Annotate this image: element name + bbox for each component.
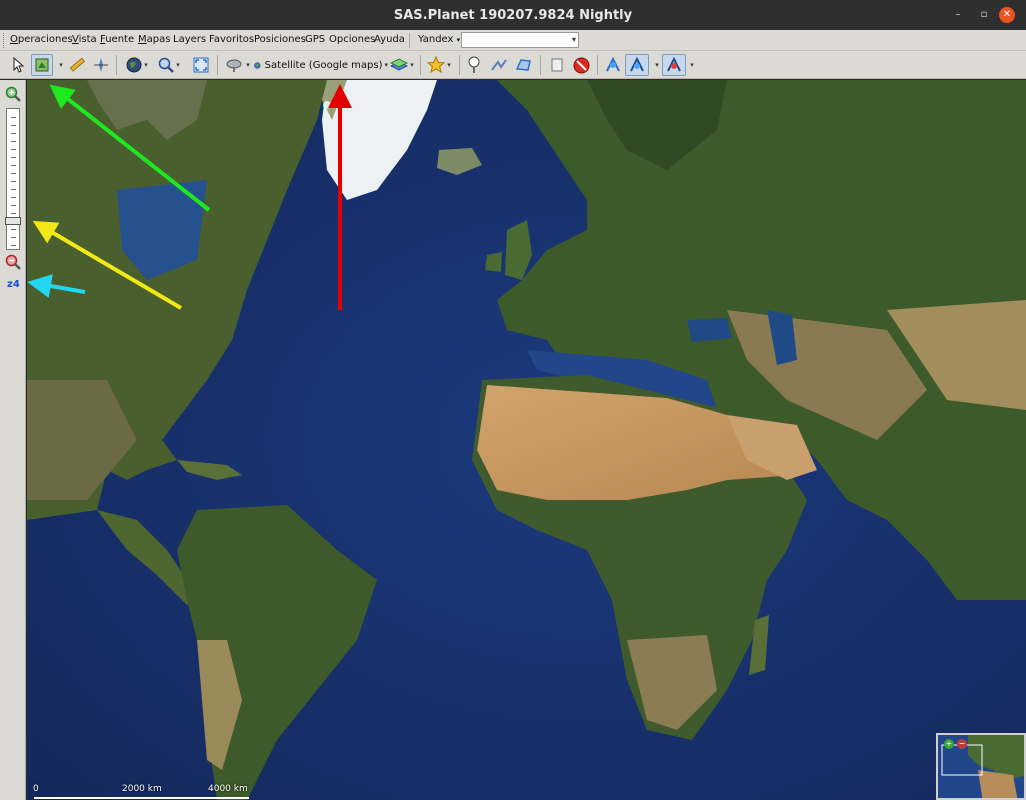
compass-icon[interactable] (91, 54, 111, 76)
menu-layers[interactable]: Layers (173, 34, 206, 45)
minimap[interactable]: + − (936, 733, 1026, 800)
satellite-map[interactable] (27, 80, 1026, 800)
zoom-slider[interactable] (5, 108, 21, 250)
globe-icon[interactable]: ▾ (122, 54, 152, 76)
map-source-globe-icon (254, 61, 261, 69)
path-icon[interactable] (488, 54, 510, 76)
satellite-dish-icon[interactable]: ▾ (224, 54, 252, 76)
zoom-panel: z4 (0, 80, 26, 800)
fullscreen-icon[interactable] (190, 54, 212, 76)
sasplanet-window: SAS.Planet 190207.9824 Nightly – ▫ ✕ Ope… (0, 0, 1026, 800)
favorite-star-icon[interactable]: ▾ (424, 54, 454, 76)
window-title: SAS.Planet 190207.9824 Nightly (393, 8, 633, 23)
menu-gps[interactable]: GPS (305, 34, 325, 45)
menu-posiciones[interactable]: Posiciones (254, 34, 306, 45)
gps-track-dropdown[interactable]: ▾ (651, 54, 661, 76)
minimap-zoom-in-icon[interactable]: + (944, 739, 954, 749)
scale-line (34, 797, 249, 799)
gps-center-dropdown[interactable]: ▾ (686, 54, 696, 76)
maximize-button[interactable]: ▫ (976, 7, 992, 23)
scale-bar: 0 2000 km 4000 km (30, 781, 260, 800)
map-source-dropdown[interactable]: Satellite (Google maps) ▾ (254, 54, 388, 76)
zoom-in-icon (5, 86, 21, 102)
toolbar-separator (597, 55, 598, 75)
zoom-out-button[interactable] (5, 254, 21, 274)
toolbar-separator (420, 55, 421, 75)
map-source-label: Satellite (Google maps) (264, 59, 383, 71)
cursor-icon[interactable] (9, 54, 29, 76)
scale-label-2000: 2000 km (122, 784, 162, 794)
toolbar-separator (116, 55, 117, 75)
placemark-icon[interactable] (464, 54, 484, 76)
toolbar-separator (459, 55, 460, 75)
menu-bar: Operaciones Vista Fuente Mapas Layers Fa… (0, 30, 1026, 51)
zoom-out-icon (5, 254, 21, 270)
search-input[interactable]: ▾ (461, 32, 579, 48)
search-provider-dropdown[interactable]: Yandex ▾ (418, 34, 460, 45)
minimize-button[interactable]: – (950, 7, 966, 23)
scale-label-4000: 4000 km (208, 784, 248, 794)
menu-grip[interactable] (3, 33, 6, 48)
search-dropdown-arrow-icon[interactable]: ▾ (572, 35, 576, 44)
menu-opciones[interactable]: Opciones (329, 34, 375, 45)
menu-vista[interactable]: Vista (72, 34, 97, 45)
stop-icon[interactable] (570, 54, 592, 76)
gps-connect-icon[interactable] (602, 54, 624, 76)
minimap-zoom-out-icon[interactable]: − (957, 739, 967, 749)
main-toolbar: ▾ ▾ ▾ ▾ Satellite (Google maps) ▾ ▾ ▾ ▾ … (0, 51, 1026, 79)
zoom-level-label: z4 (7, 279, 20, 290)
title-bar: SAS.Planet 190207.9824 Nightly – ▫ ✕ (0, 0, 1026, 30)
zoom-lens-icon[interactable]: ▾ (154, 54, 184, 76)
menu-ayuda[interactable]: Ayuda (374, 34, 405, 45)
menu-separator (409, 33, 410, 48)
select-region-dropdown[interactable]: ▾ (55, 54, 65, 76)
scale-label-0: 0 (33, 784, 39, 794)
label-icon[interactable] (546, 54, 568, 76)
ruler-icon[interactable] (67, 54, 87, 76)
toolbar-separator (540, 55, 541, 75)
gps-track-icon[interactable] (625, 54, 649, 76)
select-region-icon[interactable] (31, 54, 53, 76)
polygon-icon[interactable] (513, 54, 535, 76)
menu-operaciones[interactable]: Operaciones (10, 34, 73, 45)
zoom-in-button[interactable] (5, 86, 21, 106)
layers-icon[interactable]: ▾ (388, 54, 416, 76)
zoom-slider-thumb[interactable] (5, 217, 21, 225)
menu-fuente[interactable]: Fuente (100, 34, 134, 45)
map-view[interactable] (27, 80, 1026, 800)
toolbar-separator (217, 55, 218, 75)
menu-favoritos[interactable]: Favoritos (209, 34, 254, 45)
close-button[interactable]: ✕ (999, 7, 1015, 23)
gps-center-icon[interactable] (662, 54, 686, 76)
menu-mapas[interactable]: Mapas (138, 34, 170, 45)
